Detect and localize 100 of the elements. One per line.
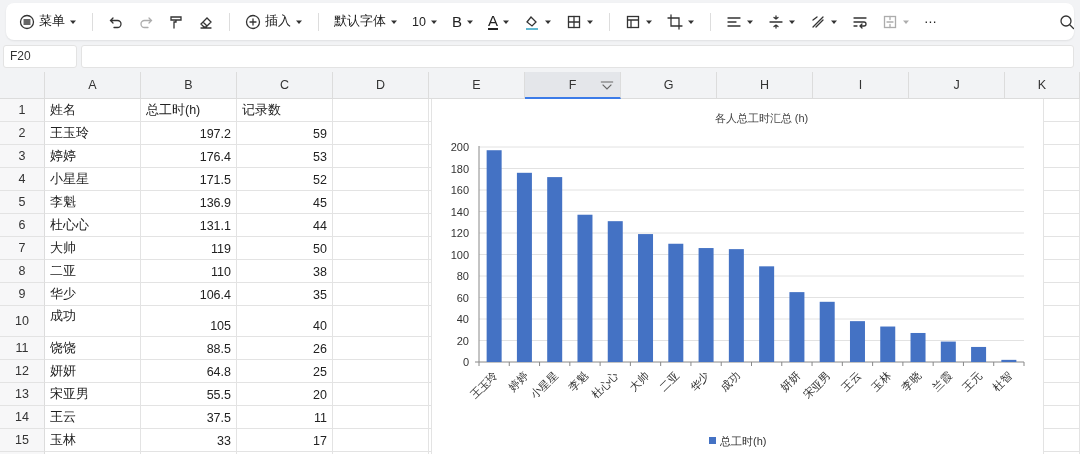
table-cell: 小星星 <box>45 168 141 191</box>
table-cell: 176.4 <box>141 145 237 168</box>
row-header[interactable]: 11 <box>0 337 45 360</box>
legend-label: 总工时(h) <box>720 435 767 447</box>
axis-label: 大帅 <box>626 368 651 393</box>
table-cell: 59 <box>237 122 333 145</box>
table-cell: 131.1 <box>141 214 237 237</box>
row-header[interactable]: 14 <box>0 406 45 429</box>
column-header[interactable]: B <box>141 72 237 99</box>
name-box[interactable]: F20 <box>3 45 77 68</box>
bar <box>940 341 956 362</box>
column-header[interactable]: K <box>1005 72 1080 99</box>
table-cell: 婷婷 <box>45 145 141 168</box>
table-cell: 17 <box>237 429 333 452</box>
table-cell: 88.5 <box>141 337 237 360</box>
axis-label: 兰霞 <box>929 368 954 393</box>
row-header[interactable]: 2 <box>0 122 45 145</box>
row-header[interactable]: 13 <box>0 383 45 406</box>
filter-icon[interactable] <box>600 80 614 91</box>
column-header[interactable]: F <box>525 72 621 99</box>
column-header[interactable]: J <box>909 72 1005 99</box>
table-cell: 64.8 <box>141 360 237 383</box>
table-cell: 171.5 <box>141 168 237 191</box>
font-dropdown[interactable]: 默认字体 <box>329 8 403 35</box>
row-header[interactable]: 9 <box>0 283 45 306</box>
axis-label: 160 <box>450 184 469 196</box>
axis-label: 140 <box>450 205 469 218</box>
column-header[interactable]: D <box>333 72 429 99</box>
column-header[interactable]: C <box>237 72 333 99</box>
bar <box>789 292 805 362</box>
axis-label: 40 <box>456 313 469 325</box>
axis-label: 20 <box>456 334 469 347</box>
table-cell: 华少 <box>45 283 141 306</box>
insert-button[interactable]: 插入 <box>240 8 308 35</box>
crop-icon <box>666 13 683 30</box>
row-header[interactable]: 8 <box>0 260 45 283</box>
font-dropdown[interactable]: 10 <box>407 8 443 35</box>
column-header[interactable]: E <box>429 72 525 99</box>
table-cell: 119 <box>141 237 237 260</box>
axis-label: 宋亚男 <box>800 368 833 401</box>
table-cell: 饶饶 <box>45 337 141 360</box>
table-cell: 宋亚男 <box>45 383 141 406</box>
row-header[interactable]: 4 <box>0 168 45 191</box>
row-header[interactable]: 5 <box>0 191 45 214</box>
menu-button[interactable]: 菜单 <box>14 8 82 35</box>
column-header[interactable]: A <box>45 72 141 99</box>
table-cell: 20 <box>237 383 333 406</box>
row-header[interactable]: 10 <box>0 306 45 337</box>
axis-label: 小星星 <box>528 368 561 401</box>
axis-label: 二亚 <box>657 368 682 393</box>
row-header[interactable]: 12 <box>0 360 45 383</box>
row-header[interactable]: 7 <box>0 237 45 260</box>
row-header[interactable]: 1 <box>0 99 45 122</box>
chart-panel[interactable]: 各人总工时汇总 (h) 0 20 40 60 80 100 120 140 160 180 200 王玉玲 婷婷 小星星 李魁 杜心心 大帅 二亚 华少 成功 妍妍 宋亚男 王云 玉林 李晓 兰霞 王元 杜智 总工时(h) <box>431 99 1044 454</box>
axis-label: 杜智 <box>990 368 1015 393</box>
table-cell: 53 <box>237 145 333 168</box>
axis-label: 妍妍 <box>778 368 803 393</box>
table-cell: 35 <box>237 283 333 306</box>
axis-label: 玉林 <box>869 368 894 393</box>
row-header[interactable]: 3 <box>0 145 45 168</box>
axis-label: 王玉玲 <box>467 368 500 401</box>
table-cell: 妍妍 <box>45 360 141 383</box>
font-color-button[interactable]: A <box>482 8 515 35</box>
bar <box>880 326 896 362</box>
axis-label: 华少 <box>687 368 712 393</box>
table-cell: 55.5 <box>141 383 237 406</box>
column-header[interactable]: I <box>813 72 909 99</box>
table-cell: 45 <box>237 191 333 214</box>
bar <box>849 321 865 362</box>
freeze-icon <box>624 13 641 30</box>
format-painter-icon <box>168 13 184 30</box>
column-header[interactable]: G <box>621 72 717 99</box>
table-cell: 37.5 <box>141 406 237 429</box>
table-cell: 33 <box>141 429 237 452</box>
plus-circle-icon <box>245 13 261 30</box>
table-cell: 姓名 <box>45 99 141 122</box>
axis-label: 60 <box>456 291 469 304</box>
bold-button[interactable]: B <box>446 8 479 35</box>
bar <box>971 346 987 362</box>
table-cell: 105 <box>141 306 237 337</box>
table-cell: 44 <box>237 214 333 237</box>
table-cell: 记录数 <box>237 99 333 122</box>
table-cell: 26 <box>237 337 333 360</box>
more-button[interactable]: ⋯ <box>918 8 942 35</box>
axis-label: 120 <box>450 227 469 239</box>
table-cell: 王玉玲 <box>45 122 141 145</box>
table-cell: 李魁 <box>45 191 141 214</box>
row-header[interactable]: 6 <box>0 214 45 237</box>
bar <box>819 301 835 362</box>
merge-cells-icon <box>881 13 898 30</box>
vertical-align-icon <box>767 13 784 30</box>
formula-field[interactable] <box>81 45 1074 68</box>
axis-label: 李晓 <box>899 368 924 393</box>
table-cell: 136.9 <box>141 191 237 214</box>
column-header[interactable]: H <box>717 72 813 99</box>
axis-label: 80 <box>456 270 469 282</box>
table-cell: 二亚 <box>45 260 141 283</box>
table-cell: 197.2 <box>141 122 237 145</box>
row-header[interactable]: 15 <box>0 429 45 452</box>
table-cell: 大帅 <box>45 237 141 260</box>
